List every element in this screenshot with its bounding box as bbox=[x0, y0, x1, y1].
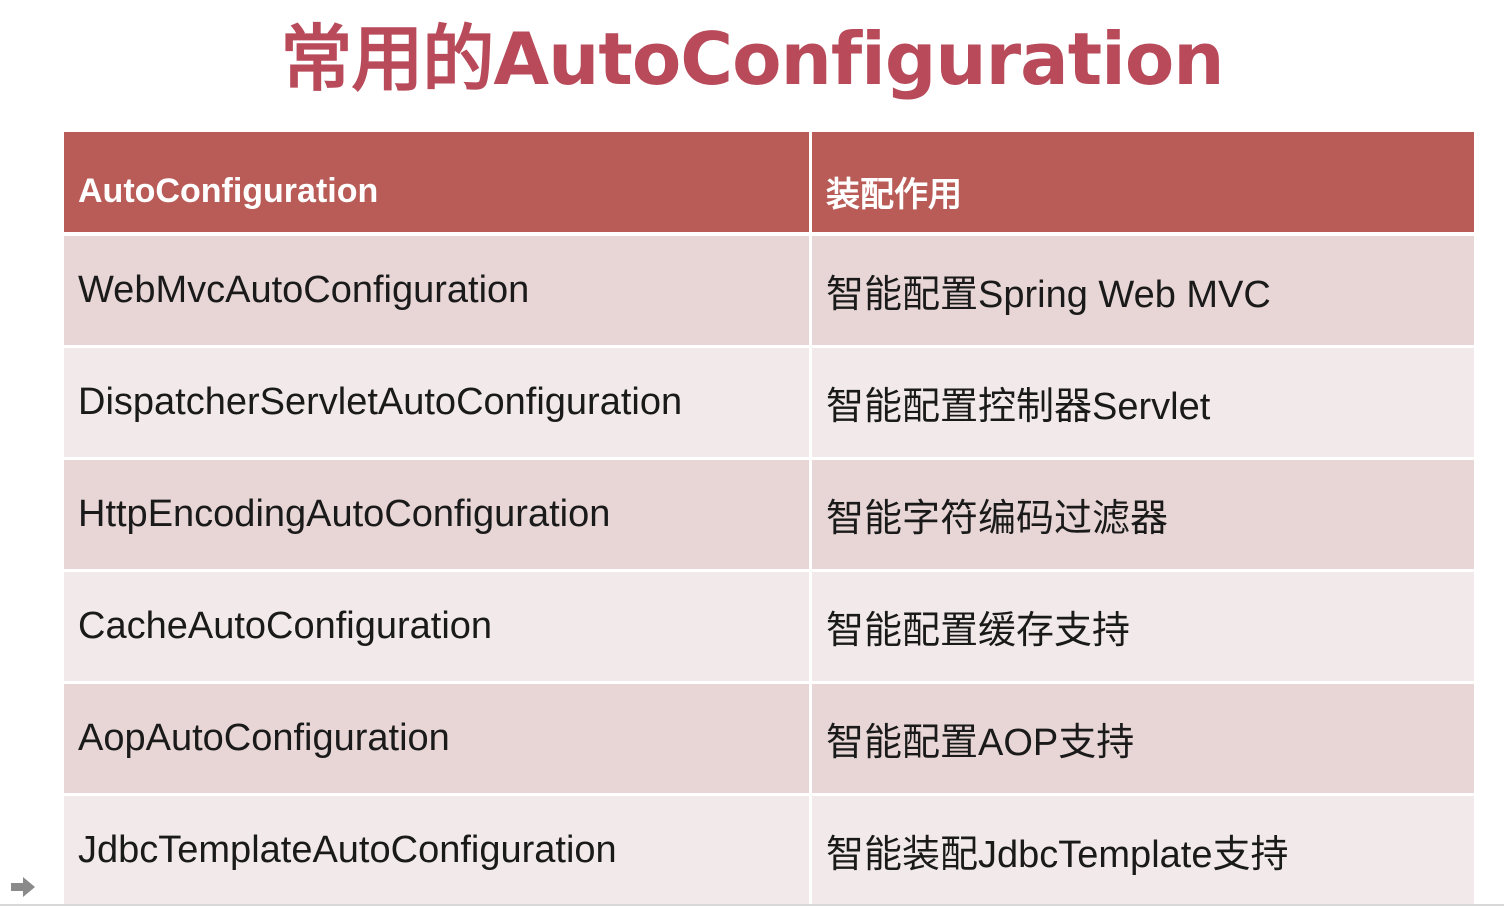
bottom-divider bbox=[0, 904, 1504, 906]
table-row: HttpEncodingAutoConfiguration 智能字符编码过滤器 bbox=[64, 460, 1474, 572]
cell-config-purpose: 智能配置控制器Servlet bbox=[826, 386, 1211, 428]
slide-title: 常用的AutoConfiguration bbox=[280, 17, 1224, 101]
table-header-row: AutoConfiguration 装配作用 bbox=[64, 132, 1474, 236]
cell-config-purpose: 智能装配JdbcTemplate支持 bbox=[826, 834, 1289, 876]
cell-config-name: CacheAutoConfiguration bbox=[64, 572, 812, 681]
cell-config-name: WebMvcAutoConfiguration bbox=[64, 236, 812, 345]
arrow-right-icon[interactable] bbox=[8, 872, 38, 902]
cell-config-purpose: 智能配置缓存支持 bbox=[826, 610, 1131, 652]
table-row: WebMvcAutoConfiguration 智能配置Spring Web M… bbox=[64, 236, 1474, 348]
header-cell-autoconfiguration: AutoConfiguration bbox=[64, 132, 812, 232]
cell-config-purpose: 智能字符编码过滤器 bbox=[826, 498, 1169, 540]
cell-config-name: HttpEncodingAutoConfiguration bbox=[64, 460, 812, 569]
table-row: JdbcTemplateAutoConfiguration 智能装配JdbcTe… bbox=[64, 796, 1474, 908]
cell-config-name: DispatcherServletAutoConfiguration bbox=[64, 348, 812, 457]
table-row: DispatcherServletAutoConfiguration 智能配置控… bbox=[64, 348, 1474, 460]
autoconfig-table: AutoConfiguration 装配作用 WebMvcAutoConfigu… bbox=[64, 132, 1474, 908]
table-row: AopAutoConfiguration 智能配置AOP支持 bbox=[64, 684, 1474, 796]
cell-config-purpose: 智能配置Spring Web MVC bbox=[826, 274, 1271, 316]
table-row: CacheAutoConfiguration 智能配置缓存支持 bbox=[64, 572, 1474, 684]
slide: 常用的AutoConfiguration AutoConfiguration 装… bbox=[0, 0, 1504, 908]
cell-config-purpose: 智能配置AOP支持 bbox=[826, 722, 1135, 764]
header-cell-purpose: 装配作用 bbox=[826, 175, 962, 214]
cell-config-name: JdbcTemplateAutoConfiguration bbox=[64, 796, 812, 905]
cell-config-name: AopAutoConfiguration bbox=[64, 684, 812, 793]
